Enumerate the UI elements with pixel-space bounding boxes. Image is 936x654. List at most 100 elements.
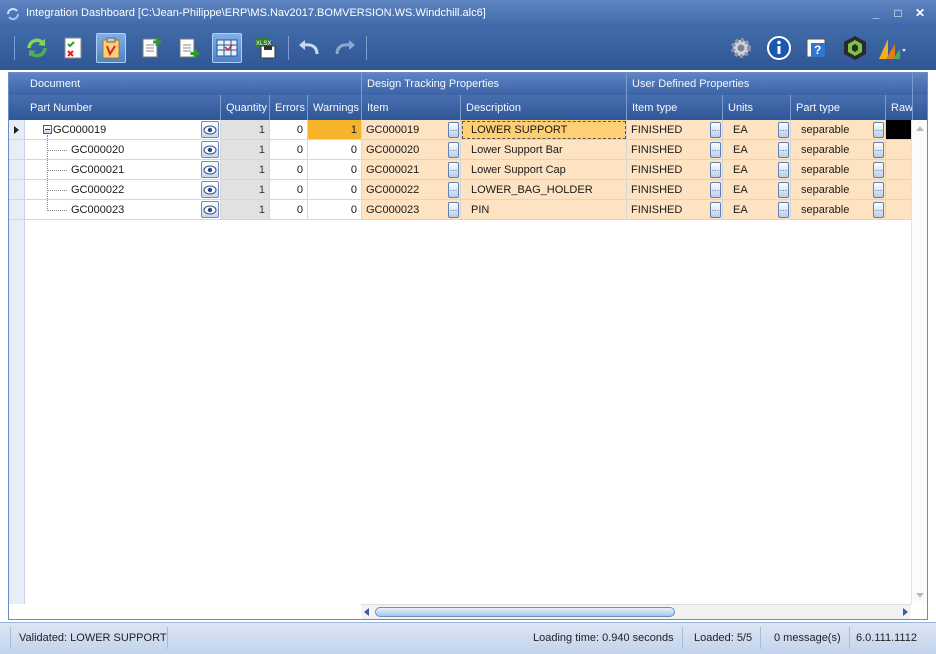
col-warnings[interactable]: Warnings (308, 95, 362, 120)
info-button[interactable] (764, 33, 794, 63)
vertical-scrollbar[interactable] (911, 120, 927, 604)
item-type-ellipsis-button[interactable]: … (710, 122, 721, 138)
clipboard-button[interactable] (96, 33, 126, 63)
validate-button[interactable] (58, 33, 88, 63)
errors-cell[interactable]: 0 (270, 140, 308, 160)
item-type-ellipsis-button[interactable]: … (710, 182, 721, 198)
errors-cell[interactable]: 0 (270, 180, 308, 200)
band-user-defined[interactable]: User Defined Properties (627, 73, 913, 95)
preview-eye-button[interactable] (201, 121, 219, 138)
table-row[interactable]: GC000020 1 0 0 GC000020 … Lower Support … (9, 140, 927, 160)
item-type-ellipsis-button[interactable]: … (710, 202, 721, 218)
add-document-button[interactable] (174, 33, 204, 63)
part-type-cell[interactable]: separable … (791, 180, 886, 200)
part-type-cell[interactable]: separable … (791, 140, 886, 160)
warnings-cell[interactable]: 0 (308, 200, 362, 220)
bom-grid[interactable]: Document Design Tracking Properties User… (8, 72, 928, 620)
part-number-cell[interactable]: GC000019 (25, 120, 221, 140)
preview-eye-button[interactable] (201, 201, 219, 218)
col-part-type[interactable]: Part type (791, 95, 886, 120)
table-row[interactable]: GC000021 1 0 0 GC000021 … Lower Support … (9, 160, 927, 180)
item-ellipsis-button[interactable]: … (448, 162, 459, 178)
quantity-cell[interactable]: 1 (221, 140, 270, 160)
col-part-number[interactable]: Part Number (25, 95, 221, 120)
units-ellipsis-button[interactable]: … (778, 202, 789, 218)
preview-eye-button[interactable] (201, 161, 219, 178)
col-description[interactable]: Description (461, 95, 627, 120)
raw-cell[interactable] (886, 180, 913, 200)
item-type-ellipsis-button[interactable]: … (710, 162, 721, 178)
description-cell[interactable]: LOWER SUPPORT (461, 120, 627, 140)
new-document-button[interactable] (136, 33, 166, 63)
col-errors[interactable]: Errors (270, 95, 308, 120)
item-type-cell[interactable]: FINISHED … (627, 200, 723, 220)
warnings-cell[interactable]: 0 (308, 140, 362, 160)
status-messages[interactable]: 0 message(s) (766, 627, 850, 649)
redo-button[interactable] (330, 33, 360, 63)
description-cell[interactable]: LOWER_BAG_HOLDER (461, 180, 627, 200)
table-row[interactable]: GC000022 1 0 0 GC000022 … LOWER_BAG_HOLD… (9, 180, 927, 200)
part-type-cell[interactable]: separable … (791, 200, 886, 220)
units-ellipsis-button[interactable]: … (778, 182, 789, 198)
units-ellipsis-button[interactable]: … (778, 122, 789, 138)
raw-cell[interactable] (886, 200, 913, 220)
warnings-cell[interactable]: 0 (308, 180, 362, 200)
item-type-cell[interactable]: FINISHED … (627, 160, 723, 180)
item-type-cell[interactable]: FINISHED … (627, 120, 723, 140)
settings-button[interactable] (726, 33, 756, 63)
item-ellipsis-button[interactable]: … (448, 142, 459, 158)
export-xlsx-button[interactable]: XLSX (250, 33, 280, 63)
warnings-cell[interactable]: 1 (308, 120, 362, 140)
item-type-cell[interactable]: FINISHED … (627, 140, 723, 160)
col-raw[interactable]: Raw (886, 95, 913, 120)
undo-button[interactable] (294, 33, 324, 63)
table-row[interactable]: GC000019 1 0 1 GC000019 … LOWER SUPPORT … (9, 120, 927, 140)
integration-logo-button[interactable] (840, 33, 870, 63)
warnings-cell[interactable]: 0 (308, 160, 362, 180)
description-cell[interactable]: Lower Support Bar (461, 140, 627, 160)
preview-eye-button[interactable] (201, 141, 219, 158)
description-cell[interactable]: Lower Support Cap (461, 160, 627, 180)
horizontal-scroll-thumb[interactable] (375, 607, 675, 617)
item-cell[interactable]: GC000023 … (362, 200, 461, 220)
units-cell[interactable]: EA … (723, 140, 791, 160)
part-type-ellipsis-button[interactable]: … (873, 182, 884, 198)
scroll-up-arrow-icon[interactable] (916, 126, 924, 131)
grid-view-button[interactable] (212, 33, 242, 63)
description-cell[interactable]: PIN (461, 200, 627, 220)
errors-cell[interactable]: 0 (270, 160, 308, 180)
col-item-type[interactable]: Item type (627, 95, 723, 120)
preview-eye-button[interactable] (201, 181, 219, 198)
table-row[interactable]: GC000023 1 0 0 GC000023 … PIN FINISHED …… (9, 200, 927, 220)
part-type-ellipsis-button[interactable]: … (873, 162, 884, 178)
item-cell[interactable]: GC000019 … (362, 120, 461, 140)
units-cell[interactable]: EA … (723, 120, 791, 140)
col-units[interactable]: Units (723, 95, 791, 120)
item-cell[interactable]: GC000021 … (362, 160, 461, 180)
scroll-down-arrow-icon[interactable] (916, 593, 924, 598)
horizontal-scrollbar[interactable] (361, 604, 911, 619)
maximize-button[interactable]: □ (892, 6, 904, 20)
quantity-cell[interactable]: 1 (221, 160, 270, 180)
close-button[interactable]: ✕ (914, 6, 926, 20)
col-item[interactable]: Item (362, 95, 461, 120)
errors-cell[interactable]: 0 (270, 120, 308, 140)
part-type-cell[interactable]: separable … (791, 120, 886, 140)
raw-cell[interactable] (886, 120, 913, 140)
part-type-cell[interactable]: separable … (791, 160, 886, 180)
item-type-ellipsis-button[interactable]: … (710, 142, 721, 158)
item-type-cell[interactable]: FINISHED … (627, 180, 723, 200)
units-cell[interactable]: EA … (723, 180, 791, 200)
help-button[interactable]: ? (802, 33, 832, 63)
raw-cell[interactable] (886, 140, 913, 160)
item-ellipsis-button[interactable]: … (448, 122, 459, 138)
units-cell[interactable]: EA … (723, 200, 791, 220)
scroll-right-arrow-icon[interactable] (903, 608, 908, 616)
item-cell[interactable]: GC000022 … (362, 180, 461, 200)
item-ellipsis-button[interactable]: … (448, 182, 459, 198)
minimize-button[interactable]: _ (870, 6, 882, 20)
part-type-ellipsis-button[interactable]: … (873, 142, 884, 158)
band-document[interactable]: Document (25, 73, 362, 95)
raw-cell[interactable] (886, 160, 913, 180)
quantity-cell[interactable]: 1 (221, 120, 270, 140)
